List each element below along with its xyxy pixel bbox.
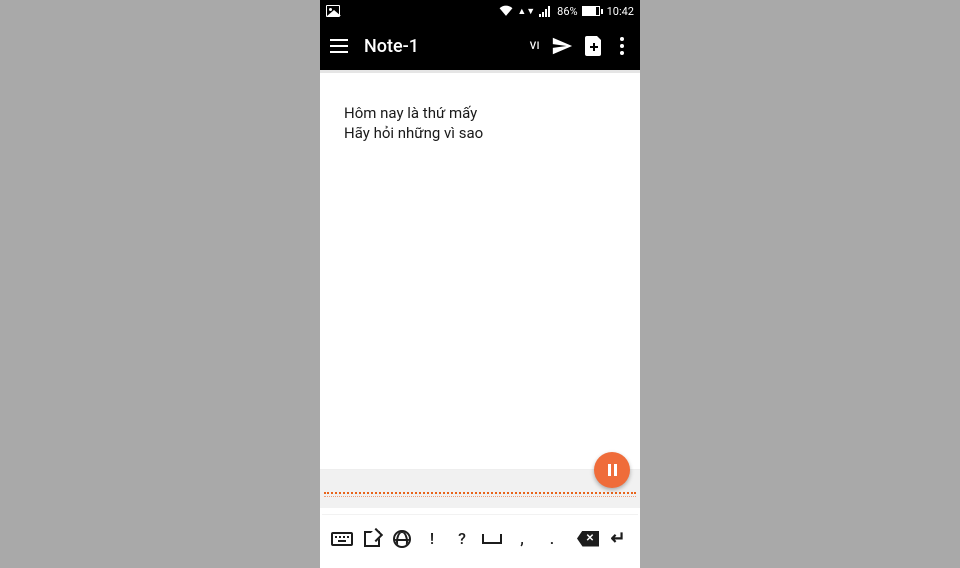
- image-notification-icon: [326, 5, 340, 17]
- keyboard-button[interactable]: [330, 524, 354, 554]
- waveform-line: [324, 492, 636, 494]
- exclaim-key[interactable]: !: [420, 524, 444, 554]
- period-key[interactable]: .: [540, 524, 564, 554]
- language-badge[interactable]: VI: [526, 39, 544, 54]
- pause-recording-button[interactable]: [594, 452, 630, 488]
- keyboard-icon: [331, 532, 353, 546]
- input-toolbar: ! ? , . ✕ ↵: [322, 514, 638, 562]
- enter-key[interactable]: ↵: [606, 524, 630, 554]
- question-key[interactable]: ?: [450, 524, 474, 554]
- status-bar: ▲▼ 86% 10:42: [320, 0, 640, 22]
- space-icon: [482, 534, 502, 544]
- hamburger-menu-icon[interactable]: [328, 34, 352, 58]
- note-text: Hôm nay là thứ mấy Hãy hỏi những vì sao: [344, 103, 616, 144]
- clock: 10:42: [607, 5, 634, 18]
- battery-icon: [582, 6, 603, 16]
- new-note-icon[interactable]: [580, 32, 608, 60]
- pause-icon: [608, 464, 617, 476]
- battery-percent: 86%: [557, 5, 577, 18]
- language-globe-button[interactable]: [390, 524, 414, 554]
- globe-icon: [393, 530, 411, 548]
- page-title: Note-1: [364, 36, 522, 57]
- wifi-icon: [499, 4, 513, 19]
- signal-icon: [539, 5, 553, 17]
- note-editor[interactable]: Hôm nay là thứ mấy Hãy hỏi những vì sao: [320, 73, 640, 469]
- waveform-line-secondary: [324, 496, 636, 498]
- space-key[interactable]: [480, 524, 504, 554]
- popout-icon: [364, 531, 380, 547]
- data-arrows-icon: ▲▼: [517, 6, 535, 17]
- recording-waveform-area: [320, 469, 640, 508]
- phone-frame: ▲▼ 86% 10:42 Note-1 VI Hôm nay là thứ mấ…: [320, 0, 640, 568]
- app-bar: Note-1 VI: [320, 22, 640, 70]
- comma-key[interactable]: ,: [510, 524, 534, 554]
- send-icon[interactable]: [548, 32, 576, 60]
- backspace-icon: ✕: [577, 531, 599, 547]
- overflow-menu-icon[interactable]: [612, 37, 632, 55]
- backspace-key[interactable]: ✕: [576, 524, 600, 554]
- popout-button[interactable]: [360, 524, 384, 554]
